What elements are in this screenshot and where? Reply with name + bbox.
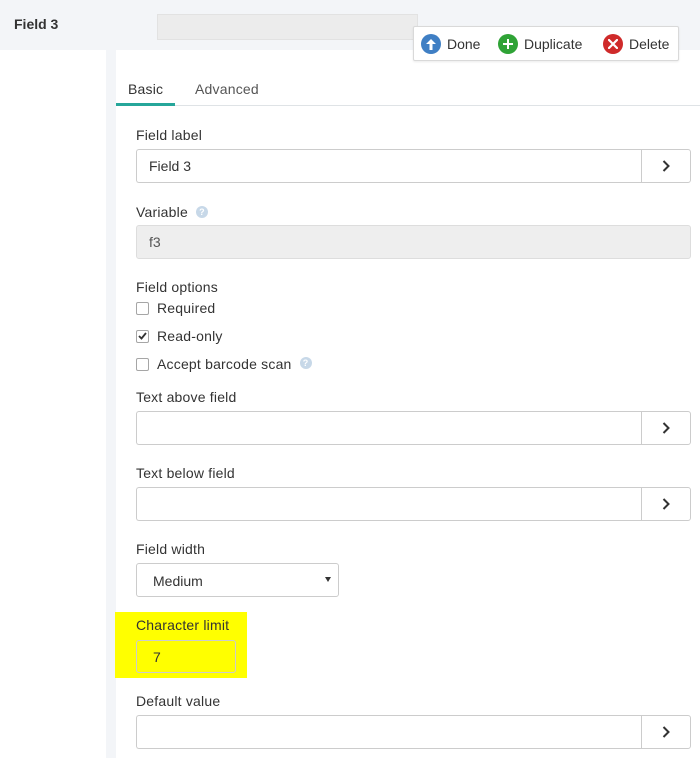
required-option[interactable]: Required xyxy=(136,299,215,317)
text-above-group xyxy=(136,411,691,445)
done-button[interactable]: Done xyxy=(421,34,480,54)
variable-input: f3 xyxy=(136,225,691,259)
read-only-checkbox[interactable] xyxy=(136,329,149,343)
field-options-heading: Field options xyxy=(136,279,218,295)
default-value-heading: Default value xyxy=(136,693,221,709)
default-value-input[interactable] xyxy=(136,715,642,749)
chevron-right-icon xyxy=(662,160,670,172)
field-width-value: Medium xyxy=(153,573,203,589)
required-label: Required xyxy=(157,300,216,316)
duplicate-button[interactable]: Duplicate xyxy=(498,34,582,54)
field-header: Field 3 xyxy=(0,0,106,50)
required-checkbox[interactable] xyxy=(136,301,149,315)
chevron-right-icon xyxy=(662,498,670,510)
text-above-expand-button[interactable] xyxy=(641,411,691,445)
text-above-heading: Text above field xyxy=(136,389,237,405)
delete-label: Delete xyxy=(629,36,670,52)
variable-heading: Variable? xyxy=(136,204,208,220)
chevron-right-icon xyxy=(662,422,670,434)
editor-tabs: Basic Advanced xyxy=(116,75,700,106)
field-actions-toolbar: Done Duplicate Delete xyxy=(413,26,679,61)
x-circle-icon xyxy=(603,34,623,54)
tab-advanced[interactable]: Advanced xyxy=(195,81,259,97)
active-tab-indicator xyxy=(116,103,175,106)
text-below-group xyxy=(136,487,691,521)
read-only-option[interactable]: Read-only xyxy=(136,327,223,345)
default-value-expand-button[interactable] xyxy=(641,715,691,749)
field-width-heading: Field width xyxy=(136,541,206,557)
character-limit-heading: Character limit xyxy=(136,617,230,633)
field-label-expand-button[interactable] xyxy=(641,149,691,183)
checkmark-icon xyxy=(138,332,147,340)
default-value-group xyxy=(136,715,691,749)
question-circle-icon[interactable]: ? xyxy=(299,357,312,369)
field-width-select[interactable]: Medium xyxy=(136,563,339,597)
text-below-input[interactable] xyxy=(136,487,642,521)
field-editor: Field 3 Done Duplicate Delete Basic Adva… xyxy=(0,0,700,758)
barcode-label: Accept barcode scan xyxy=(157,356,292,372)
delete-button[interactable]: Delete xyxy=(603,34,669,54)
tab-basic[interactable]: Basic xyxy=(128,81,163,97)
field-label-group xyxy=(136,149,691,183)
barcode-checkbox[interactable] xyxy=(136,357,149,371)
character-limit-input[interactable] xyxy=(136,640,236,673)
duplicate-label: Duplicate xyxy=(524,36,583,52)
arrow-up-circle-icon xyxy=(421,34,441,54)
field-label-input[interactable] xyxy=(136,149,642,183)
text-above-input[interactable] xyxy=(136,411,642,445)
done-label: Done xyxy=(447,36,481,52)
question-circle-icon[interactable]: ? xyxy=(195,206,208,219)
variable-label: Variable xyxy=(136,204,188,220)
text-below-heading: Text below field xyxy=(136,465,235,481)
chevron-right-icon xyxy=(662,726,670,738)
barcode-option[interactable]: Accept barcode scan ? xyxy=(136,355,312,373)
caret-down-icon xyxy=(325,577,331,582)
text-below-expand-button[interactable] xyxy=(641,487,691,521)
field-title: Field 3 xyxy=(14,16,59,32)
field-preview xyxy=(157,14,418,40)
left-gutter xyxy=(0,50,106,758)
read-only-label: Read-only xyxy=(157,328,223,344)
field-label-heading: Field label xyxy=(136,127,203,143)
plus-circle-icon xyxy=(498,34,518,54)
